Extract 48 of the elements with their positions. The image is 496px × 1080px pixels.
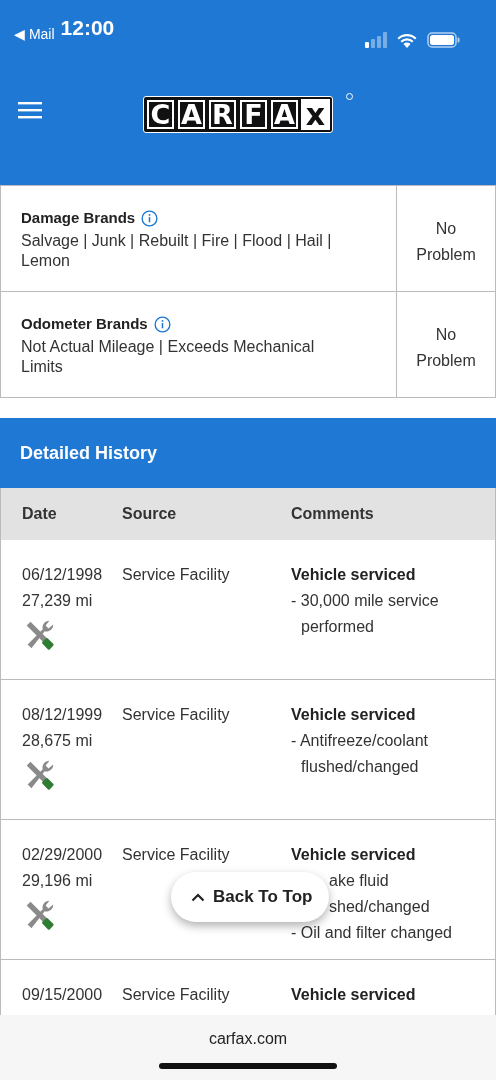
logo-letter: A — [270, 99, 299, 130]
source-cell-text: Service Facility — [122, 705, 230, 725]
brand-result: No Problem — [416, 220, 476, 263]
brand-detail: Not Actual Mileage | Exceeds Mechanical Limits — [21, 337, 316, 377]
mileage-cell-text: 27,239 mi — [22, 591, 93, 611]
menu-button[interactable] — [18, 101, 42, 119]
info-icon[interactable] — [153, 315, 171, 333]
date-cell-text: 06/12/1998 — [22, 565, 103, 585]
brand-detail: Salvage | Junk | Rebuilt | Fire | Flood | Hail | Lemon — [21, 231, 333, 271]
comment-title: Vehicle serviced — [291, 845, 416, 865]
date-cell-text: 09/15/2000 — [22, 985, 103, 1005]
comment-text: ake fluid — [329, 871, 389, 891]
logo-letter: x — [301, 99, 330, 130]
mileage-cell-text: 29,196 mi — [22, 871, 93, 891]
brand-title: Odometer Brands — [21, 314, 148, 334]
source-cell-text: Service Facility — [122, 985, 230, 1005]
comment-title: Vehicle serviced — [291, 565, 416, 585]
column-header: Date — [22, 505, 58, 523]
logo-letter: C — [146, 99, 175, 130]
date-cell-text: 02/29/2000 — [22, 845, 103, 865]
signal-icon — [365, 32, 387, 48]
brand-result: No Problem — [416, 326, 476, 369]
source-cell-text: Service Facility — [122, 565, 230, 585]
back-to-mail-link[interactable]: ◀ Mail — [14, 26, 55, 42]
logo-letter: R — [208, 99, 237, 130]
carfax-logo[interactable]: C A R F A x — [143, 96, 333, 133]
mileage-cell-text: 28,675 mi — [22, 731, 93, 751]
logo-letter: F — [239, 99, 268, 130]
comment-title: Vehicle serviced — [291, 705, 416, 725]
source-cell-text: Service Facility — [122, 845, 230, 865]
column-header: Comments — [291, 505, 375, 523]
brand-title: Damage Brands — [21, 208, 136, 228]
date-cell-text: 08/12/1999 — [22, 705, 103, 725]
comment-text: - Oil and filter changed — [291, 923, 452, 943]
url-text: carfax.com — [208, 1030, 288, 1048]
comment-text: - 30,000 mile service performed — [291, 591, 440, 637]
comment-text: - Antifreeze/coolant flushed/changed — [291, 731, 429, 777]
chevron-up-icon — [191, 892, 205, 902]
section-title: Detailed History — [20, 442, 158, 464]
comment-text: shed/changed — [329, 897, 430, 917]
wifi-icon — [397, 32, 417, 48]
column-header: Source — [122, 505, 178, 523]
logo-letter: A — [177, 99, 206, 130]
back-to-top-button[interactable]: Back To Top — [171, 872, 329, 922]
comment-title: Vehicle serviced — [291, 985, 416, 1005]
battery-icon — [427, 32, 460, 48]
info-icon[interactable] — [141, 209, 159, 227]
clock-time: 12:00 — [60, 16, 115, 40]
